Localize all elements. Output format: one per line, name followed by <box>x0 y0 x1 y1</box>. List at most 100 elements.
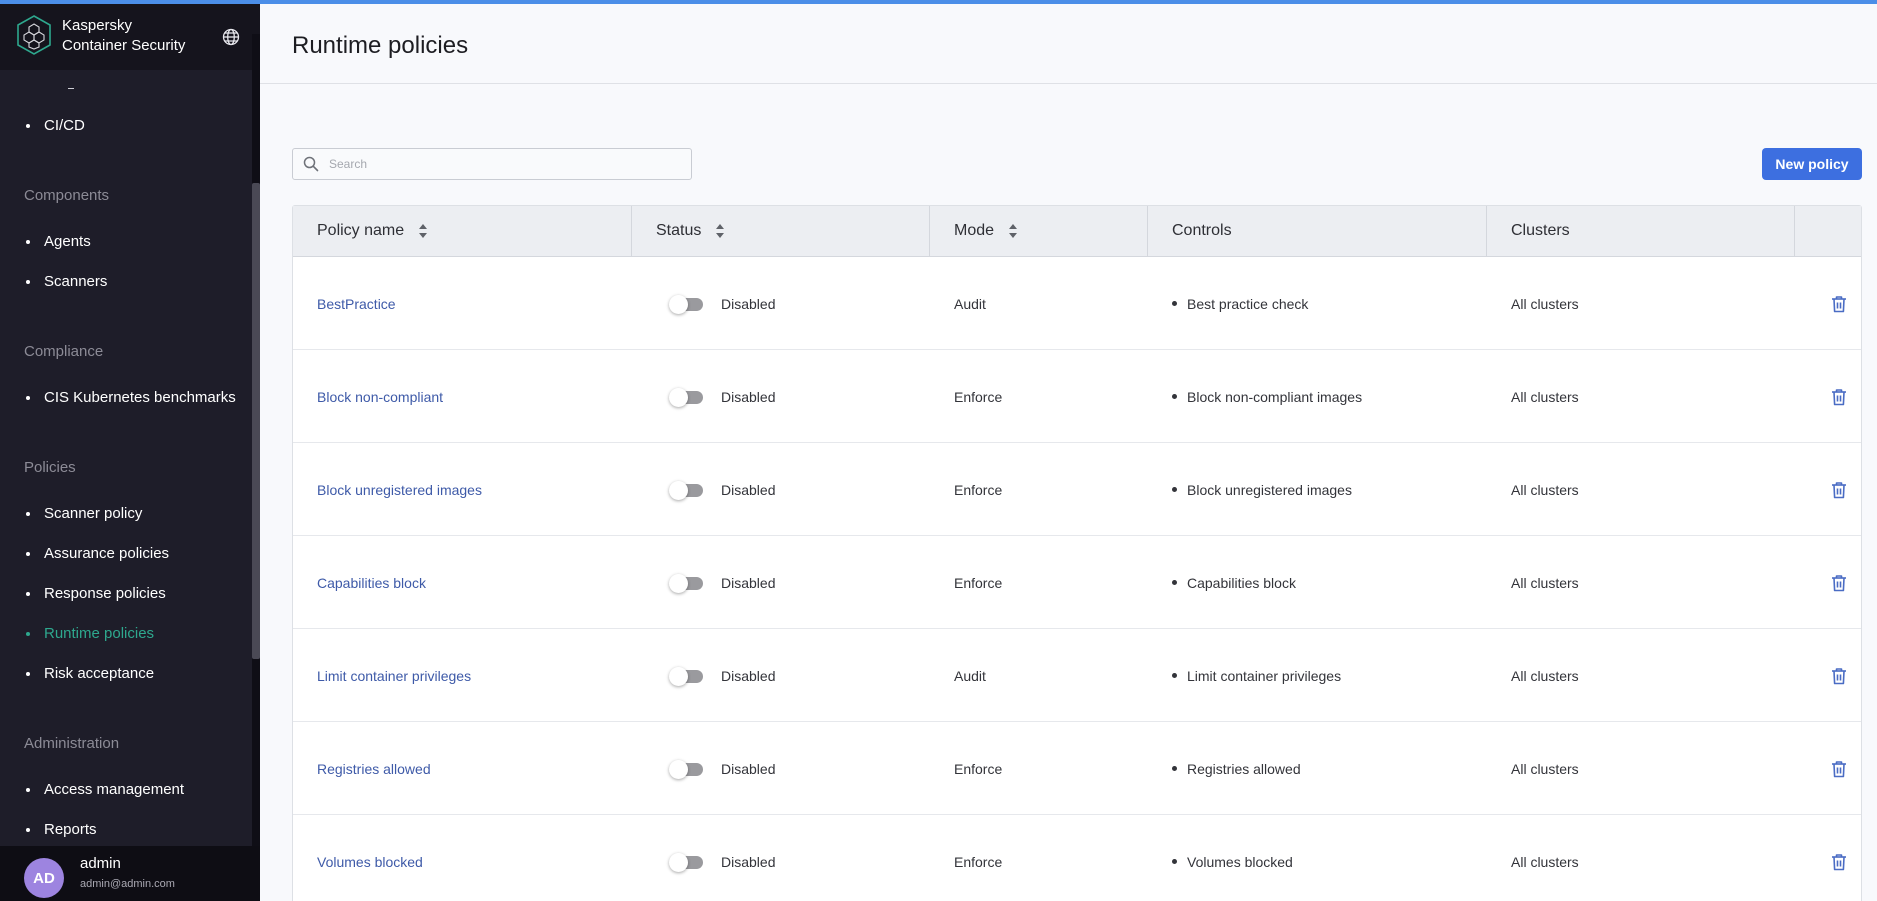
bullet <box>26 671 30 676</box>
status-cell: Disabled <box>669 257 775 350</box>
sidebar-item-runtime-policies[interactable]: Runtime policies <box>24 625 154 642</box>
bullet <box>1172 580 1177 585</box>
bullet <box>26 395 30 400</box>
delete-button[interactable] <box>1819 350 1859 443</box>
search-box[interactable] <box>292 148 692 180</box>
kaspersky-logo-icon <box>17 15 51 55</box>
sidebar-item-access-management[interactable]: Access management <box>24 781 184 798</box>
delete-button[interactable] <box>1819 536 1859 629</box>
status-cell: Disabled <box>669 815 775 901</box>
brand-name: Kaspersky Container Security <box>62 16 185 56</box>
bullet <box>26 511 30 516</box>
status-text: Disabled <box>721 388 776 405</box>
status-toggle[interactable] <box>669 852 705 872</box>
delete-button[interactable] <box>1819 443 1859 536</box>
user-profile[interactable]: AD admin admin@admin.com <box>0 846 260 901</box>
policy-name-link[interactable]: Registries allowed <box>317 722 431 815</box>
sidebar-item-cicd[interactable]: CI/CD <box>24 117 85 134</box>
search-input[interactable] <box>329 157 669 171</box>
trash-icon <box>1832 667 1846 684</box>
status-cell: Disabled <box>669 350 775 443</box>
new-policy-button[interactable]: New policy <box>1762 148 1862 180</box>
bullet <box>1172 487 1177 492</box>
bullet <box>26 827 30 832</box>
clusters-cell: All clusters <box>1511 388 1579 405</box>
control-item: Registries allowed <box>1187 760 1301 777</box>
mode-cell: Enforce <box>954 388 1003 405</box>
delete-button[interactable] <box>1819 257 1859 350</box>
bullet <box>26 279 30 284</box>
sort-icon[interactable] <box>1008 222 1018 240</box>
column-header-controls: Controls <box>1148 206 1487 256</box>
status-text: Disabled <box>721 667 776 684</box>
bullet <box>26 787 30 792</box>
table-body: BestPractice Disabled Audit Best practic… <box>293 257 1861 901</box>
sort-icon[interactable] <box>715 222 725 240</box>
controls-cell: Block non-compliant images <box>1172 350 1362 443</box>
brand-header: Kaspersky Container Security <box>0 4 260 70</box>
status-toggle[interactable] <box>669 480 705 500</box>
control-item: Limit container privileges <box>1187 667 1342 684</box>
main-content: Runtime policies New policy Policy name … <box>260 4 1877 901</box>
toggle-knob <box>669 294 688 314</box>
policy-name-link[interactable]: Block non-compliant <box>317 350 443 443</box>
bullet <box>1172 766 1177 771</box>
controls-cell: Best practice check <box>1172 257 1308 350</box>
mode-cell: Enforce <box>954 853 1003 870</box>
section-administration: Administration <box>24 735 120 752</box>
globe-icon[interactable] <box>222 28 240 46</box>
policy-name-link[interactable]: BestPractice <box>317 257 396 350</box>
sidebar-item-label: Scanners <box>44 273 108 290</box>
sidebar-item-scanners[interactable]: Scanners <box>24 273 107 290</box>
sidebar-item-label: Runtime policies <box>44 625 155 642</box>
mode-cell: Audit <box>954 667 986 684</box>
delete-button[interactable] <box>1819 722 1859 815</box>
mode-cell: Audit <box>954 295 986 312</box>
policy-name-link[interactable]: Limit container privileges <box>317 629 471 722</box>
sidebar-item-risk-acceptance[interactable]: Risk acceptance <box>24 665 154 682</box>
page-header: Runtime policies <box>260 4 1877 84</box>
sidebar-item-cis-benchmarks[interactable]: CIS Kubernetes benchmarks <box>24 389 236 406</box>
sort-icon[interactable] <box>418 222 428 240</box>
status-toggle[interactable] <box>669 573 705 593</box>
bullet <box>26 239 30 244</box>
status-toggle[interactable] <box>669 666 705 686</box>
sidebar-item-scanner-policy[interactable]: Scanner policy <box>24 505 142 522</box>
brand-line-2: Container Security <box>62 37 186 54</box>
controls-cell: Capabilities block <box>1172 536 1296 629</box>
status-toggle[interactable] <box>669 387 705 407</box>
table-row: Capabilities block Disabled Enforce Capa… <box>293 536 1861 629</box>
nav-truncated-item <box>68 88 74 89</box>
column-label: Mode <box>954 222 995 239</box>
status-toggle[interactable] <box>669 294 705 314</box>
status-cell: Disabled <box>669 629 775 722</box>
status-text: Disabled <box>721 295 776 312</box>
policy-name-link[interactable]: Capabilities block <box>317 536 426 629</box>
column-header-policy-name[interactable]: Policy name <box>293 206 632 256</box>
delete-button[interactable] <box>1819 629 1859 722</box>
policy-name-link[interactable]: Block unregistered images <box>317 443 482 536</box>
sidebar-item-agents[interactable]: Agents <box>24 233 91 250</box>
status-text: Disabled <box>721 853 776 870</box>
controls-cell: Registries allowed <box>1172 722 1301 815</box>
bullet <box>1172 301 1177 306</box>
sidebar-item-assurance-policies[interactable]: Assurance policies <box>24 545 169 562</box>
column-label: Policy name <box>317 222 405 239</box>
sidebar-item-response-policies[interactable]: Response policies <box>24 585 166 602</box>
sidebar-scrollbar-thumb[interactable] <box>252 183 260 659</box>
delete-button[interactable] <box>1819 815 1859 901</box>
clusters-cell: All clusters <box>1511 574 1579 591</box>
column-header-status[interactable]: Status <box>632 206 930 256</box>
controls-cell: Block unregistered images <box>1172 443 1352 536</box>
mode-cell: Enforce <box>954 760 1003 777</box>
column-header-actions <box>1795 206 1861 256</box>
clusters-cell: All clusters <box>1511 760 1579 777</box>
sidebar-item-label: Reports <box>44 821 97 838</box>
column-header-mode[interactable]: Mode <box>930 206 1148 256</box>
status-cell: Disabled <box>669 536 775 629</box>
status-toggle[interactable] <box>669 759 705 779</box>
bullet <box>1172 673 1177 678</box>
policies-table: Policy name Status Mode Controls Cluster… <box>292 205 1862 901</box>
sidebar-item-reports[interactable]: Reports <box>24 821 97 838</box>
policy-name-link[interactable]: Volumes blocked <box>317 815 423 901</box>
